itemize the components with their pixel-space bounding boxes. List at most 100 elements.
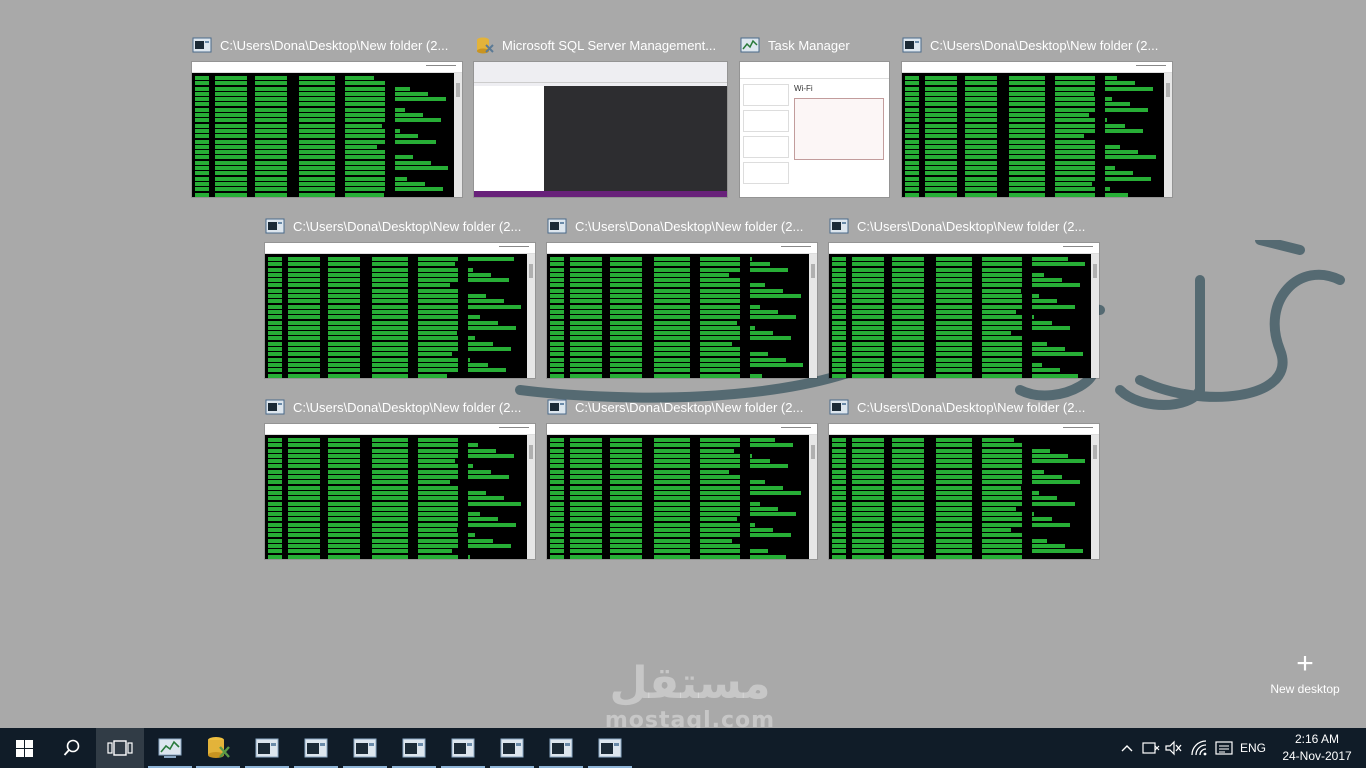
taskbar-app-task-manager[interactable] <box>146 728 194 768</box>
console-line <box>550 331 773 336</box>
console-line <box>195 134 418 139</box>
console-line <box>832 272 1045 277</box>
console-line <box>268 517 499 522</box>
window-thumbnail-console[interactable]: C:\Users\Dona\Desktop\New folder (2... <box>829 215 1099 379</box>
console-line <box>905 128 1144 133</box>
console-line <box>832 496 1058 501</box>
console-line <box>905 86 1154 91</box>
console-icon <box>547 218 567 234</box>
window-thumbnail-console[interactable]: C:\Users\Dona\Desktop\New folder (2... <box>265 215 535 379</box>
tray-icon[interactable] <box>1140 728 1162 768</box>
console-line <box>268 331 458 336</box>
console-line <box>832 262 1086 267</box>
console-line <box>268 549 453 554</box>
console-line <box>268 278 509 283</box>
console-line <box>268 373 448 378</box>
taskbar-app-console[interactable] <box>243 728 291 768</box>
action-center-button[interactable] <box>1213 728 1235 768</box>
console-line <box>268 267 473 272</box>
console-line <box>905 81 1136 86</box>
console-line <box>550 320 737 325</box>
show-hidden-icons-button[interactable] <box>1116 728 1138 768</box>
window-title: C:\Users\Dona\Desktop\New folder (2... <box>857 218 1086 234</box>
window-thumbnail-console[interactable]: C:\Users\Dona\Desktop\New folder (2... <box>192 34 462 198</box>
console-line <box>832 512 1035 517</box>
console-line <box>832 501 1076 506</box>
console-icon <box>353 738 377 758</box>
console-line <box>832 538 1048 543</box>
console-line <box>195 102 387 107</box>
console-line <box>268 304 522 309</box>
taskbar-app-console[interactable] <box>292 728 340 768</box>
taskbar-app-console[interactable] <box>439 728 487 768</box>
window-thumbnail-console[interactable]: C:\Users\Dona\Desktop\New folder (2... <box>547 215 817 379</box>
task-view-button[interactable] <box>96 728 144 768</box>
console-line <box>550 501 760 506</box>
clock[interactable]: 2:16 AM 24-Nov-2017 <box>1272 731 1362 765</box>
window-thumbnail-console[interactable]: C:\Users\Dona\Desktop\New folder (2... <box>902 34 1172 198</box>
start-button[interactable] <box>0 728 48 768</box>
console-line <box>905 102 1131 107</box>
console-line <box>268 490 486 495</box>
console-line <box>550 543 750 548</box>
taskbar-app-ssms[interactable] <box>194 728 242 768</box>
console-line <box>550 538 732 543</box>
taskbar-app-console[interactable] <box>537 728 585 768</box>
console-line <box>832 448 1050 453</box>
console-line <box>905 97 1113 102</box>
volume-button[interactable] <box>1163 728 1185 768</box>
new-desktop-button[interactable]: + New desktop <box>1260 649 1350 697</box>
console-line <box>550 283 766 288</box>
console-line <box>832 490 1040 495</box>
console-line <box>268 283 450 288</box>
console-output <box>902 73 1164 197</box>
taskbar-app-console[interactable] <box>586 728 634 768</box>
console-icon <box>192 37 212 53</box>
console-line <box>832 315 1035 320</box>
console-line <box>905 144 1121 149</box>
clock-time: 2:16 AM <box>1294 732 1340 746</box>
console-line <box>550 496 742 501</box>
language-indicator[interactable]: ENG <box>1236 728 1270 768</box>
console-icon <box>255 738 279 758</box>
language-label: ENG <box>1239 741 1266 755</box>
window-thumbnail-console[interactable]: C:\Users\Dona\Desktop\New folder (2... <box>829 396 1099 560</box>
console-line <box>550 352 768 357</box>
window-title: C:\Users\Dona\Desktop\New folder (2... <box>575 218 804 234</box>
console-line <box>550 347 750 352</box>
console-icon <box>829 399 849 415</box>
console-line <box>268 533 476 538</box>
console-line <box>195 187 444 192</box>
taskbar-app-console[interactable] <box>390 728 438 768</box>
search-button[interactable] <box>48 728 96 768</box>
console-line <box>550 325 755 330</box>
console-line <box>832 443 1032 448</box>
volume-muted-icon <box>1165 740 1182 756</box>
console-line <box>832 347 1065 352</box>
window-thumbnail-console[interactable]: C:\Users\Dona\Desktop\New folder (2... <box>547 396 817 560</box>
console-line <box>268 368 507 373</box>
console-line <box>550 315 796 320</box>
network-button[interactable] <box>1188 728 1210 768</box>
console-icon <box>902 37 922 53</box>
console-line <box>550 299 742 304</box>
window-thumbnail-task-manager[interactable]: Task Manager Wi-Fi <box>740 34 889 198</box>
window-title: C:\Users\Dona\Desktop\New folder (2... <box>220 37 449 53</box>
console-line <box>550 485 783 490</box>
task-manager-icon <box>740 37 760 53</box>
console-line <box>268 257 514 261</box>
watermark: مستقل mostaql.com <box>600 660 780 734</box>
console-line <box>268 325 517 330</box>
taskbar-app-console[interactable] <box>488 728 536 768</box>
console-line <box>268 528 458 533</box>
console-line <box>268 538 494 543</box>
console-line <box>832 475 1063 480</box>
console-line <box>832 506 1017 511</box>
window-thumbnail-console[interactable]: C:\Users\Dona\Desktop\New folder (2... <box>265 396 535 560</box>
console-line <box>550 438 776 442</box>
console-line <box>550 341 732 346</box>
window-thumbnail-ssms[interactable]: Microsoft SQL Server Management... <box>474 34 727 198</box>
taskbar-app-console[interactable] <box>341 728 389 768</box>
console-icon <box>547 399 567 415</box>
console-line <box>195 155 413 160</box>
